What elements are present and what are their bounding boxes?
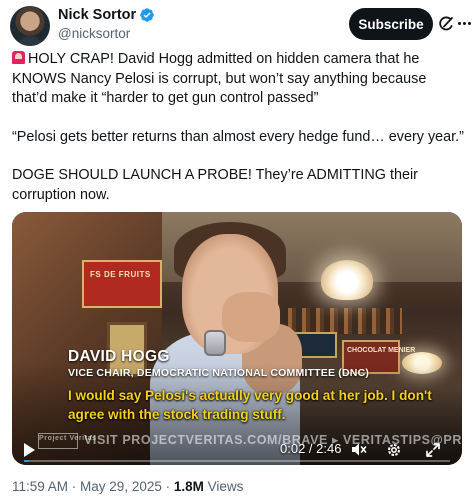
video-controls: 0:02 / 2:46 bbox=[12, 434, 462, 465]
volume-muted-icon[interactable] bbox=[351, 442, 367, 457]
more-options-icon[interactable] bbox=[458, 22, 472, 26]
grok-icon[interactable] bbox=[438, 16, 454, 32]
video-person-hand bbox=[222, 292, 280, 342]
video-player[interactable]: FS DE FRUITS CHOCOLAT MENIER DAVID HOGG … bbox=[12, 212, 462, 465]
video-person-watch bbox=[204, 330, 226, 356]
tweet-paragraph-1-text: HOLY CRAP! David Hogg admitted on hidden… bbox=[12, 51, 427, 107]
play-icon[interactable] bbox=[24, 443, 35, 457]
caption-title: VICE CHAIR, DEMOCRATIC NATIONAL COMMITTE… bbox=[68, 367, 370, 379]
video-time: 0:02 / 2:46 bbox=[280, 441, 342, 456]
fullscreen-icon[interactable] bbox=[425, 442, 441, 458]
views-label: Views bbox=[207, 479, 244, 494]
subscribe-button[interactable]: Subscribe bbox=[349, 8, 433, 40]
tweet-text: HOLY CRAP! David Hogg admitted on hidden… bbox=[12, 50, 464, 225]
video-progress-bar[interactable] bbox=[24, 460, 450, 462]
siren-icon bbox=[12, 51, 25, 64]
views-count: 1.8M bbox=[173, 479, 204, 494]
gear-icon[interactable] bbox=[386, 442, 402, 458]
current-time: 0:02 bbox=[280, 441, 306, 456]
handle[interactable]: @nicksortor bbox=[58, 26, 155, 41]
video-lamp bbox=[321, 260, 373, 300]
display-name[interactable]: Nick Sortor bbox=[58, 7, 136, 23]
video-sign-left-text: FS DE FRUITS bbox=[90, 270, 151, 279]
tweet-date[interactable]: May 29, 2025 bbox=[80, 479, 162, 494]
tweet-meta: 11:59 AM · May 29, 2025 · 1.8M Views bbox=[12, 479, 244, 494]
caption-quote: I would say Pelosi's actually very good … bbox=[68, 388, 432, 422]
video-progress-fill bbox=[24, 460, 30, 462]
author-block: Nick Sortor @nicksortor bbox=[58, 7, 155, 41]
tweet-paragraph-3: DOGE SHOULD LAUNCH A PROBE! They’re ADMI… bbox=[12, 167, 418, 203]
caption-name: DAVID HOGG bbox=[68, 348, 170, 365]
name-row: Nick Sortor bbox=[58, 7, 155, 23]
verified-badge-icon bbox=[140, 8, 155, 22]
tweet-paragraph-1: HOLY CRAP! David Hogg admitted on hidden… bbox=[12, 50, 464, 109]
duration: 2:46 bbox=[316, 441, 342, 456]
avatar[interactable] bbox=[10, 6, 50, 46]
tweet-time[interactable]: 11:59 AM bbox=[12, 479, 68, 494]
video-sign-right-text: CHOCOLAT MENIER bbox=[347, 347, 416, 354]
tweet-paragraph-2: “Pelosi gets better returns than almost … bbox=[12, 128, 464, 145]
tweet-header: Nick Sortor @nicksortor Subscribe bbox=[10, 6, 471, 46]
video-bottles bbox=[282, 308, 402, 334]
video-sign-left bbox=[82, 260, 162, 308]
